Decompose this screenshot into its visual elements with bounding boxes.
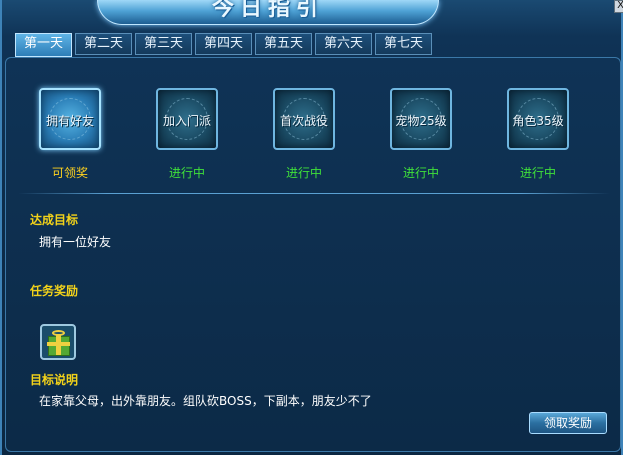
close-button[interactable]: X xyxy=(614,0,623,13)
window-title: 今日指引 xyxy=(211,0,324,21)
title-bar: 今日指引 xyxy=(97,0,439,25)
tab-day-4[interactable]: 第四天 xyxy=(195,33,252,55)
task-name: 角色35级 xyxy=(512,114,564,128)
tab-day-7[interactable]: 第七天 xyxy=(375,33,432,55)
task-status: 进行中 xyxy=(168,166,205,180)
goal-label: 达成目标 xyxy=(30,213,79,227)
description-text: 在家靠父母，出外靠朋友。组队砍BOSS，下副本，朋友少不了 xyxy=(39,394,372,408)
content-panel: 拥有好友 可领奖 加入门派 进行中 首次战役 进行中 宠物25级 进行中 角色3… xyxy=(5,57,621,452)
task-list: 拥有好友 可领奖 加入门派 进行中 首次战役 进行中 宠物25级 进行中 角色3… xyxy=(6,58,622,198)
task-name: 加入门派 xyxy=(162,114,211,128)
task-frame-icon[interactable]: 拥有好友 xyxy=(39,88,101,150)
daily-guide-window: 今日指引 X 第一天 第二天 第三天 第四天 第五天 第六天 第七天 拥有好友 … xyxy=(0,0,623,455)
task-name: 拥有好友 xyxy=(45,114,94,128)
tab-day-2[interactable]: 第二天 xyxy=(75,33,132,55)
task-frame-icon[interactable]: 加入门派 xyxy=(156,88,218,150)
task-name: 首次战役 xyxy=(279,114,328,128)
reward-slot[interactable] xyxy=(40,324,76,360)
claim-reward-button[interactable]: 领取奖励 xyxy=(529,412,607,434)
task-status: 进行中 xyxy=(285,166,322,180)
tab-day-6[interactable]: 第六天 xyxy=(315,33,372,55)
task-frame-icon[interactable]: 角色35级 xyxy=(507,88,569,150)
divider xyxy=(18,193,610,194)
tab-day-1[interactable]: 第一天 xyxy=(15,33,72,57)
task-name: 宠物25级 xyxy=(395,114,447,128)
reward-label: 任务奖励 xyxy=(30,284,79,298)
task-frame-icon[interactable]: 首次战役 xyxy=(273,88,335,150)
task-status: 可领奖 xyxy=(51,166,88,180)
task-status: 进行中 xyxy=(519,166,556,180)
task-status: 进行中 xyxy=(402,166,439,180)
tab-day-3[interactable]: 第三天 xyxy=(135,33,192,55)
task-frame-icon[interactable]: 宠物25级 xyxy=(390,88,452,150)
description-label: 目标说明 xyxy=(30,373,79,387)
goal-text: 拥有一位好友 xyxy=(39,235,112,249)
tab-day-5[interactable]: 第五天 xyxy=(255,33,312,55)
